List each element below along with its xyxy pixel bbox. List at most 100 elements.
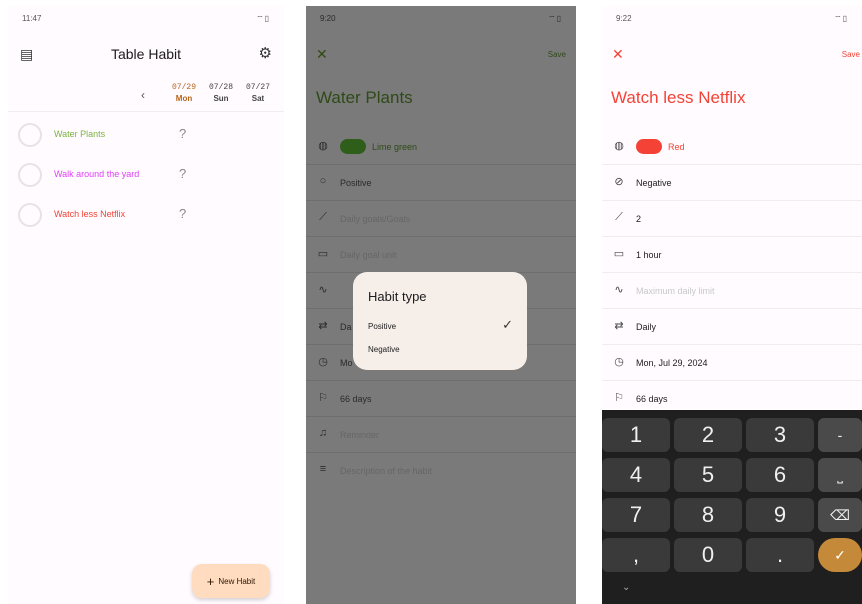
notes-icon: ≡ <box>319 463 327 475</box>
negative-circle-icon: ⊘ <box>614 176 624 188</box>
key-comma[interactable]: , <box>602 538 670 572</box>
squiggle-icon: ∿ <box>318 284 328 296</box>
goal-unit-field[interactable]: ▭ Daily goal unit <box>306 237 576 273</box>
option-negative[interactable]: Negative <box>368 345 400 354</box>
goal-unit-placeholder: Daily goal unit <box>340 250 397 260</box>
habit-row[interactable]: Watch less Netflix ? <box>8 196 284 236</box>
dialog-title: Habit type <box>368 289 427 304</box>
key-period[interactable]: . <box>746 538 814 572</box>
option-positive[interactable]: Positive <box>368 322 396 331</box>
status-bar: 11:47 ⌔▯ <box>22 14 270 26</box>
backspace-icon[interactable]: ⌫ <box>818 498 862 532</box>
app-title: Table Habit <box>110 46 182 62</box>
date-label: 07/29 <box>171 83 196 92</box>
settings-gear-icon[interactable]: ⚙ <box>259 44 272 62</box>
new-habit-label: New Habit <box>218 576 256 586</box>
habit-day-value[interactable]: ? <box>179 166 186 181</box>
weekday-label: Mon <box>175 94 193 103</box>
habit-progress-ring <box>18 163 42 187</box>
key-4[interactable]: 4 <box>602 458 670 492</box>
color-field[interactable]: ◍ Red <box>602 129 862 165</box>
target-days-field[interactable]: ⚐ 66 days <box>306 381 576 417</box>
key-9[interactable]: 9 <box>746 498 814 532</box>
date-column[interactable]: 07/29 Mon <box>167 82 201 104</box>
chevron-left-icon[interactable]: ‹ <box>141 88 145 102</box>
date-column[interactable]: 07/27 Sat <box>241 82 275 104</box>
goal-unit-field[interactable]: ▭ 1 hour <box>602 237 862 273</box>
daily-goal-field[interactable]: ⟋ 2 <box>602 201 862 237</box>
color-swatch <box>636 139 662 154</box>
habit-name[interactable]: Watch less Netflix <box>54 209 125 219</box>
habit-type-value: Negative <box>636 178 672 188</box>
label-icon: ▭ <box>613 248 625 260</box>
habit-progress-ring <box>18 203 42 227</box>
save-button[interactable]: Save <box>842 50 860 59</box>
key-1[interactable]: 1 <box>602 418 670 452</box>
target-days-value: 66 days <box>636 394 668 404</box>
habit-name-field[interactable]: Watch less Netflix <box>611 88 745 108</box>
max-limit-placeholder: Maximum daily limit <box>636 286 715 296</box>
key-2[interactable]: 2 <box>674 418 742 452</box>
save-button[interactable]: Save <box>548 50 566 59</box>
habit-type-field[interactable]: ⊘ Negative <box>602 165 862 201</box>
key-0[interactable]: 0 <box>674 538 742 572</box>
bell-icon: ♫ <box>318 427 328 439</box>
weekday-label: Sat <box>251 94 265 103</box>
habit-name-field[interactable]: Water Plants <box>316 88 413 108</box>
frequency-field[interactable]: ⇄ Daily <box>602 309 862 345</box>
wifi-battery-icon: ⌔▯ <box>834 14 848 23</box>
key-3[interactable]: 3 <box>746 418 814 452</box>
color-field[interactable]: ◍ Lime green <box>306 129 576 165</box>
chevron-down-icon[interactable]: ⌄ <box>622 582 630 593</box>
date-header: ‹ 07/29 Mon 07/28 Sun 07/27 Sat <box>8 80 284 112</box>
daily-goal-placeholder: Daily goals/Goals <box>340 214 411 224</box>
color-label: Red <box>668 142 685 152</box>
flag-icon: ⚐ <box>614 392 624 404</box>
habit-day-value[interactable]: ? <box>179 126 186 141</box>
color-swatch <box>340 139 366 154</box>
reminder-placeholder: Reminder <box>340 430 380 440</box>
wifi-battery-icon: ⌔▯ <box>256 14 270 23</box>
status-time: 9:22 <box>616 14 632 23</box>
key-7[interactable]: 7 <box>602 498 670 532</box>
habit-type-dialog: Habit type Positive ✓ Negative <box>353 272 527 370</box>
trend-icon: ⟋ <box>319 211 327 223</box>
description-placeholder: Description of the habit <box>340 466 433 476</box>
goal-value: 2 <box>636 214 642 224</box>
habit-name[interactable]: Walk around the yard <box>54 169 139 179</box>
max-limit-field[interactable]: ∿ Maximum daily limit <box>602 273 862 309</box>
edit-habit-screen-dialog: 9:20 ⌔▯ ✕ Save Water Plants ◍ Lime green… <box>306 6 576 604</box>
close-icon[interactable]: ✕ <box>612 46 624 63</box>
goal-unit-value: 1 hour <box>636 250 662 260</box>
date-label: 07/28 <box>208 83 233 92</box>
date-column[interactable]: 07/28 Sun <box>204 82 238 104</box>
key-6[interactable]: 6 <box>746 458 814 492</box>
edit-app-bar: ✕ Save <box>602 46 862 66</box>
habit-name[interactable]: Water Plants <box>54 129 105 139</box>
plus-icon: + <box>206 573 215 589</box>
key-minus[interactable]: - <box>818 418 862 452</box>
habit-row[interactable]: Walk around the yard ? <box>8 156 284 196</box>
label-icon: ▭ <box>317 248 329 260</box>
edit-habit-screen-keyboard: 9:22 ⌔▯ ✕ Save Watch less Netflix ◍ Red … <box>602 6 862 604</box>
status-bar: 9:20 ⌔▯ <box>320 14 562 26</box>
key-5[interactable]: 5 <box>674 458 742 492</box>
status-bar: 9:22 ⌔▯ <box>616 14 848 26</box>
space-key-icon[interactable]: ⎵ <box>818 458 862 492</box>
app-bar: ▤ Table Habit ⚙ <box>8 42 284 66</box>
trend-icon: ⟋ <box>615 211 623 223</box>
check-icon: ✓ <box>502 317 513 332</box>
enter-check-icon[interactable]: ✓ <box>818 538 862 572</box>
habit-row[interactable]: Water Plants ? <box>8 116 284 156</box>
description-field[interactable]: ≡ Description of the habit <box>306 453 576 489</box>
reminder-field[interactable]: ♫ Reminder <box>306 417 576 453</box>
habit-type-field[interactable]: ○ Positive <box>306 165 576 201</box>
habit-day-value[interactable]: ? <box>179 206 186 221</box>
palette-icon: ◍ <box>614 140 624 152</box>
start-date-field[interactable]: ◷ Mon, Jul 29, 2024 <box>602 345 862 381</box>
wifi-battery-icon: ⌔▯ <box>548 14 562 23</box>
key-8[interactable]: 8 <box>674 498 742 532</box>
close-icon[interactable]: ✕ <box>316 46 328 63</box>
daily-goal-field[interactable]: ⟋ Daily goals/Goals <box>306 201 576 237</box>
new-habit-button[interactable]: + New Habit <box>192 564 270 598</box>
